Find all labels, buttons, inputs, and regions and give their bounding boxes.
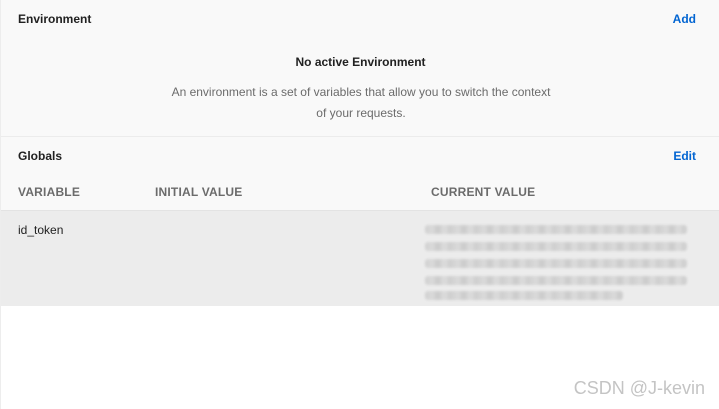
column-header-variable: VARIABLE: [18, 185, 81, 199]
add-environment-button[interactable]: Add: [673, 12, 696, 26]
environment-quick-look-panel: Environment Add No active Environment An…: [0, 0, 719, 409]
redacted-text-line: [425, 225, 687, 234]
redacted-text-line: [425, 291, 623, 300]
edit-globals-button[interactable]: Edit: [673, 149, 696, 163]
redacted-text-line: [425, 276, 687, 285]
environment-section: Environment Add No active Environment An…: [1, 0, 719, 137]
globals-title: Globals: [18, 149, 63, 163]
redacted-text-line: [425, 242, 687, 251]
watermark: CSDN @J-kevin: [573, 378, 705, 398]
empty-state-title: No active Environment: [295, 55, 426, 69]
column-header-current-value: CURRENT VALUE: [431, 185, 536, 199]
column-header-initial-value: INITIAL VALUE: [155, 185, 243, 199]
current-value-cell-redacted: [425, 221, 689, 301]
globals-section: Globals Edit VARIABLE INITIAL VALUE CURR…: [1, 137, 719, 210]
table-row: id_token: [1, 210, 719, 306]
environment-title: Environment: [18, 12, 92, 26]
redacted-text-line: [425, 259, 687, 268]
empty-state-description: An environment is a set of variables tha…: [171, 85, 551, 120]
variable-name-cell: id_token: [18, 223, 64, 237]
